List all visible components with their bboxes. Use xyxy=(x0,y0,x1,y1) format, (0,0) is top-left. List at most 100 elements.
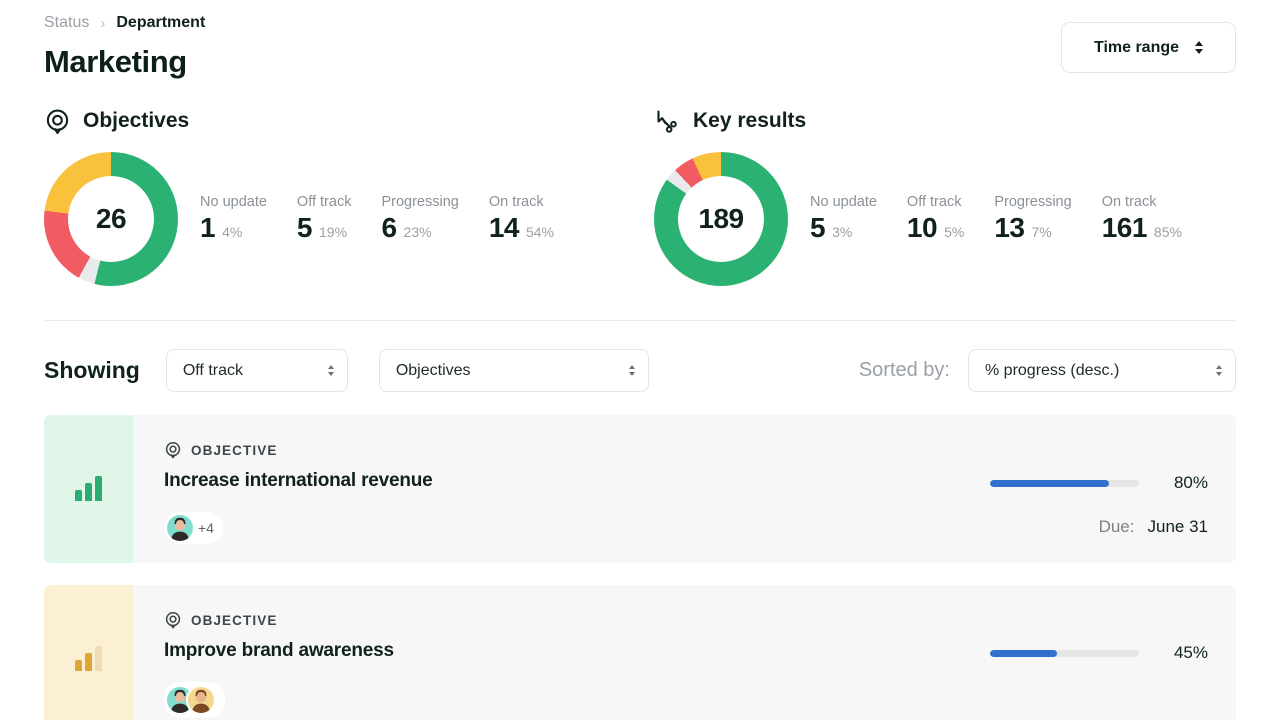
key-results-header: Key results xyxy=(654,106,1182,136)
card-kind-row: OBJECTIVE xyxy=(164,611,908,629)
stat-value: 1 xyxy=(200,212,216,243)
breadcrumb-current[interactable]: Department xyxy=(116,14,205,32)
stat-value: 13 xyxy=(994,212,1025,243)
assignee-avatars[interactable] xyxy=(164,682,225,718)
key-results-stats: No update 5 3% Off track 10 5% Progressing 13 7%… xyxy=(810,194,1182,244)
due-row: Due: June 31 xyxy=(908,517,1208,537)
time-range-dropdown[interactable]: Time range xyxy=(1061,22,1236,73)
card-status-accent xyxy=(44,415,133,563)
stat-row: 1 4% xyxy=(200,212,267,244)
card-info: OBJECTIVE Increase international revenue +… xyxy=(164,441,908,563)
chevron-down-icon xyxy=(628,365,635,376)
stat-row: 13 7% xyxy=(994,212,1071,244)
card-progress-area: 45% xyxy=(908,611,1208,720)
objectives-panel: Objectives 26 No update 1 4% Off track 5 19% P… xyxy=(44,106,654,286)
sort-select[interactable]: % progress (desc.) xyxy=(968,349,1236,392)
stat-value: 5 xyxy=(296,212,313,243)
stat-value: 161 xyxy=(1101,212,1148,243)
stat-label: Progressing xyxy=(381,194,459,210)
chevron-down-icon xyxy=(1216,365,1222,376)
avatar xyxy=(167,515,193,541)
stat-row: 5 3% xyxy=(810,212,877,244)
stat-on-track: On track 14 54% xyxy=(489,194,554,244)
breadcrumb-parent[interactable]: Status xyxy=(44,14,89,32)
status-filter-select[interactable]: Off track xyxy=(165,349,348,392)
stat-on-track: On track 161 85% xyxy=(1102,194,1182,244)
progress-bar xyxy=(990,479,1139,487)
stat-label: Off track xyxy=(296,194,352,210)
stat-row: 5 19% xyxy=(297,212,352,244)
stat-percent: 3% xyxy=(832,224,853,240)
stat-percent: 7% xyxy=(1031,224,1052,240)
stat-label: Progressing xyxy=(994,194,1072,210)
card-kind-label: OBJECTIVE xyxy=(191,442,278,458)
due-label: Due: xyxy=(1098,517,1135,536)
chevron-down-icon xyxy=(327,365,334,376)
filter-bar: Showing Off track Objectives Sorted by: … xyxy=(44,349,1236,392)
objective-card[interactable]: OBJECTIVE Improve brand awareness 45% xyxy=(44,585,1236,720)
objectives-body: 26 No update 1 4% Off track 5 19% Progressing 6… xyxy=(44,152,654,286)
time-range-label: Time range xyxy=(1093,38,1180,56)
stat-value: 10 xyxy=(906,212,938,243)
objective-target-icon xyxy=(44,108,71,135)
key-results-arrow-icon xyxy=(654,108,681,135)
stat-label: No update xyxy=(810,194,877,210)
card-info: OBJECTIVE Improve brand awareness xyxy=(164,611,908,720)
avatar xyxy=(186,685,216,715)
stat-row: 161 85% xyxy=(1102,212,1182,244)
key-results-total: 189 xyxy=(698,203,744,234)
breadcrumb: Status › Department xyxy=(44,0,1236,32)
stat-percent: 23% xyxy=(403,224,432,240)
objectives-total: 26 xyxy=(95,203,127,234)
progress-row: 80% xyxy=(908,473,1208,493)
objective-card-list: OBJECTIVE Increase international revenue +… xyxy=(44,415,1236,720)
stat-no-update: No update 1 4% xyxy=(200,194,267,244)
stat-percent: 85% xyxy=(1153,224,1182,240)
type-filter-value: Objectives xyxy=(395,361,471,379)
key-results-donut-chart: 189 xyxy=(654,152,788,286)
stat-label: On track xyxy=(1101,194,1157,210)
stat-progressing: Progressing 6 23% xyxy=(381,194,458,244)
sort-value: % progress (desc.) xyxy=(985,361,1120,379)
objectives-header: Objectives xyxy=(44,106,654,136)
stat-percent: 5% xyxy=(944,224,965,240)
objectives-donut-center: 26 xyxy=(68,176,154,262)
card-title[interactable]: Improve brand awareness xyxy=(164,640,908,662)
stat-percent: 19% xyxy=(319,224,348,240)
stat-row: 6 23% xyxy=(381,212,458,244)
bar-chart-icon xyxy=(75,646,102,671)
sorted-by-label: Sorted by: xyxy=(858,359,950,381)
key-results-donut-center: 189 xyxy=(678,176,764,262)
progress-percent: 80% xyxy=(1173,473,1208,492)
stat-no-update: No update 5 3% xyxy=(810,194,877,244)
status-filter-value: Off track xyxy=(182,361,243,379)
objective-card[interactable]: OBJECTIVE Increase international revenue +… xyxy=(44,415,1236,563)
card-kind-label: OBJECTIVE xyxy=(191,612,278,628)
card-title[interactable]: Increase international revenue xyxy=(164,470,908,492)
stat-label: Off track xyxy=(906,194,962,210)
sort-controls: Sorted by: % progress (desc.) xyxy=(859,349,1236,392)
chevron-right-icon: › xyxy=(100,14,106,32)
key-results-title: Key results xyxy=(693,109,807,132)
summary-section: Objectives 26 No update 1 4% Off track 5 19% P… xyxy=(44,106,1236,286)
progress-percent: 45% xyxy=(1173,643,1208,662)
stat-row: 14 54% xyxy=(489,212,554,244)
stat-value: 5 xyxy=(810,212,826,243)
stat-label: On track xyxy=(488,194,544,210)
stat-percent: 54% xyxy=(525,224,555,240)
card-status-accent xyxy=(44,585,133,720)
avatar-overflow-count: +4 xyxy=(198,520,214,536)
type-filter-select[interactable]: Objectives xyxy=(378,349,649,392)
key-results-panel: Key results 189 No update 5 3% Off track 10 5… xyxy=(654,106,1182,286)
okr-department-page: Status › Department Marketing Time range… xyxy=(0,0,1280,720)
card-body: OBJECTIVE Improve brand awareness 45% xyxy=(133,585,1236,720)
stat-label: No update xyxy=(200,194,267,210)
bar-chart-icon xyxy=(75,476,102,501)
stat-progressing: Progressing 13 7% xyxy=(994,194,1071,244)
progress-row: 45% xyxy=(908,643,1208,663)
objective-target-icon xyxy=(164,611,182,629)
objectives-donut-chart: 26 xyxy=(44,152,178,286)
assignee-avatars[interactable]: +4 xyxy=(164,512,223,544)
objectives-title: Objectives xyxy=(83,109,190,132)
due-date: June 31 xyxy=(1147,517,1209,536)
